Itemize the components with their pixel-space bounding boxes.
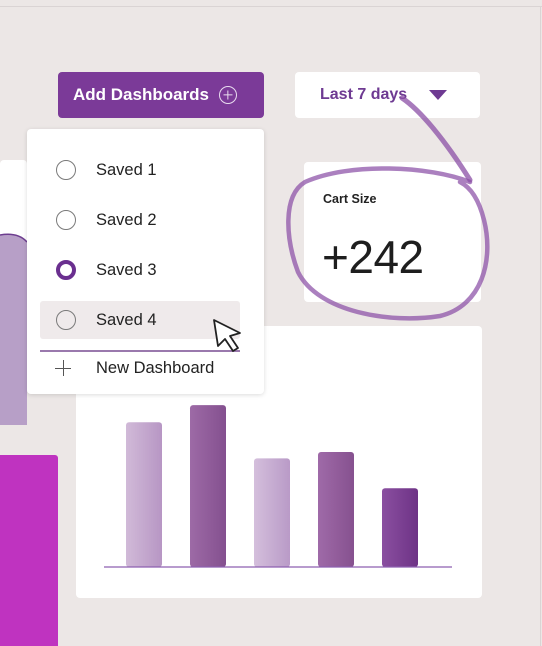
cart-size-title: Cart Size [323,192,377,206]
frame-edge-top [0,6,542,7]
bar-3 [254,458,290,567]
bar-1 [126,422,162,567]
add-dashboards-button[interactable]: Add Dashboards [58,72,264,118]
bar-4 [318,452,354,567]
date-range-select[interactable]: Last 7 days [295,72,480,118]
frame-edge-right [540,6,541,646]
radio-unchecked-icon[interactable] [56,310,76,330]
cart-size-card: Cart Size +242 [304,162,481,302]
bar-2 [190,405,226,567]
radio-checked-icon[interactable] [56,260,76,280]
menu-item-saved-2[interactable]: Saved 2 [40,201,240,239]
menu-item-label: Saved 3 [96,260,157,279]
date-range-label: Last 7 days [320,86,408,103]
left-chart-fragment [0,233,27,425]
mouse-pointer-icon [213,319,241,352]
menu-item-label: Saved 1 [96,160,157,179]
caret-down-icon [429,90,448,100]
add-dashboards-label: Add Dashboards [73,85,210,104]
plus-circle-icon [219,86,238,104]
radio-unchecked-icon[interactable] [56,160,76,180]
menu-item-label: Saved 4 [96,310,157,329]
left-chart-card [0,160,27,425]
pink-panel [0,455,58,646]
menu-item-saved-1[interactable]: Saved 1 [40,151,240,189]
menu-item-label: Saved 2 [96,210,157,229]
cart-size-value: +242 [322,231,424,283]
new-dashboard-label: New Dashboard [96,359,215,377]
new-dashboard-button[interactable]: New Dashboard [55,358,255,384]
radio-unchecked-icon[interactable] [56,210,76,230]
menu-item-saved-3[interactable]: Saved 3 [40,251,240,289]
bar-5 [382,488,418,567]
plus-icon [55,360,71,376]
